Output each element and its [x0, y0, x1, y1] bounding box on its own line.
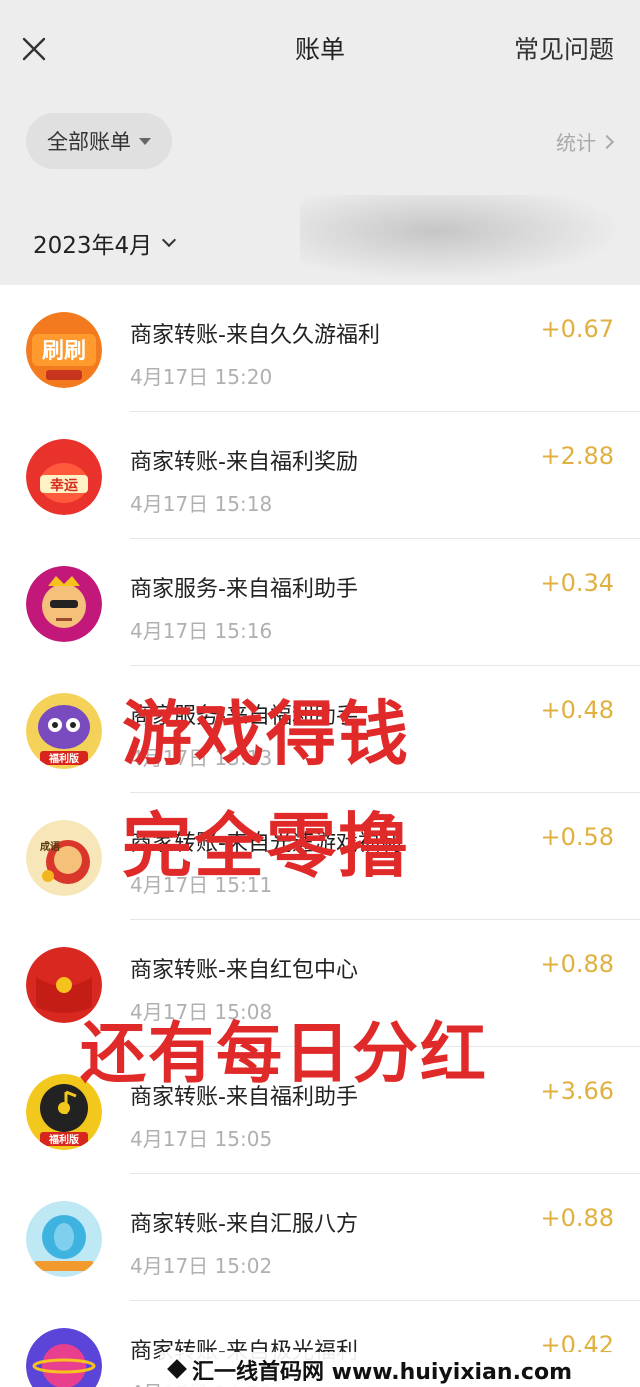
close-button[interactable] — [14, 26, 54, 72]
transaction-amount: +0.67 — [540, 315, 614, 343]
transaction-amount: +0.34 — [540, 569, 614, 597]
merchant-avatar — [26, 566, 102, 642]
merchant-avatar: 福利版 — [26, 1074, 102, 1150]
transaction-title: 商家转账-来自红包中心 — [130, 958, 358, 983]
merchant-avatar — [26, 1201, 102, 1277]
faq-link[interactable]: 常见问题 — [514, 30, 614, 66]
merchant-avatar — [26, 1328, 102, 1387]
transaction-amount: +3.66 — [540, 1077, 614, 1105]
watermark-text: 汇一线首码网 www.huiyixian.com — [192, 1359, 573, 1385]
watermark: 汇一线首码网 www.huiyixian.com — [160, 1352, 640, 1387]
transaction-title: 商家转账-来自汇服八方 — [130, 1212, 358, 1237]
all-bills-filter-label: 全部账单 — [47, 130, 131, 154]
transaction-row[interactable]: 商家服务-来自福利助手 4月17日 15:16 +0.34 — [0, 539, 640, 666]
transaction-amount: +0.88 — [540, 1204, 614, 1232]
transaction-title: 商家转账-来自福利助手 — [130, 1085, 358, 1110]
all-bills-filter-button[interactable]: 全部账单 — [26, 113, 172, 169]
transaction-row[interactable]: 福利版 商家服务-来自福利助手 4月17日 15:13 +0.48 — [0, 666, 640, 793]
transaction-time: 4月17日 15:20 — [130, 365, 273, 389]
transaction-title: 商家转账-来自光速游戏福利 — [130, 831, 402, 856]
transaction-title: 商家转账-来自久久游福利 — [130, 323, 380, 348]
svg-text:成语: 成语 — [40, 840, 60, 853]
merchant-avatar — [26, 947, 102, 1023]
month-selector[interactable]: 2023年4月 — [33, 226, 177, 260]
transaction-title: 商家转账-来自福利奖励 — [130, 450, 358, 475]
transaction-row[interactable]: 刷刷 商家转账-来自久久游福利 4月17日 15:20 +0.67 — [0, 285, 640, 412]
transaction-amount: +0.88 — [540, 950, 614, 978]
transaction-time: 4月17日 15:08 — [130, 1000, 273, 1024]
header-area: 账单 常见问题 全部账单 统计 2023年4月 — [0, 0, 640, 285]
merchant-avatar: 刷刷 — [26, 312, 102, 388]
transaction-time: 4月17日 15:18 — [130, 492, 273, 516]
transaction-row[interactable]: 成语 商家转账-来自光速游戏福利 4月17日 15:11 +0.58 — [0, 793, 640, 920]
transaction-time: 4月17日 15:16 — [130, 619, 273, 643]
merchant-avatar: 幸运 — [26, 439, 102, 515]
image-smudge — [300, 195, 640, 285]
chevron-right-icon — [599, 134, 615, 149]
transaction-time: 4月17日 15:11 — [130, 873, 273, 897]
transaction-row[interactable]: 商家转账-来自汇服八方 4月17日 15:02 +0.88 — [0, 1174, 640, 1301]
transaction-list: 刷刷 商家转账-来自久久游福利 4月17日 15:20 +0.67 幸运 商家转… — [0, 285, 640, 1387]
merchant-avatar: 福利版 — [26, 693, 102, 769]
svg-text:福利版: 福利版 — [48, 752, 79, 765]
watermark-logo-icon — [167, 1359, 187, 1379]
stats-label: 统计 — [556, 131, 596, 155]
chevron-down-icon — [162, 232, 177, 248]
svg-text:刷刷: 刷刷 — [42, 339, 86, 364]
transaction-amount: +2.88 — [540, 442, 614, 470]
transaction-title: 商家服务-来自福利助手 — [130, 577, 358, 602]
month-label: 2023年4月 — [33, 233, 153, 259]
stats-link[interactable]: 统计 — [556, 127, 615, 156]
close-icon — [22, 37, 46, 61]
transaction-title: 商家服务-来自福利助手 — [130, 704, 358, 729]
transaction-row[interactable]: 幸运 商家转账-来自福利奖励 4月17日 15:18 +2.88 — [0, 412, 640, 539]
transaction-amount: +0.48 — [540, 696, 614, 724]
transaction-amount: +0.58 — [540, 823, 614, 851]
svg-text:幸运: 幸运 — [50, 477, 78, 494]
svg-text:福利版: 福利版 — [48, 1133, 79, 1146]
transaction-time: 4月17日 15:02 — [130, 1254, 273, 1278]
caret-down-icon — [139, 137, 151, 145]
transaction-time: 4月17日 15:05 — [130, 1127, 273, 1151]
merchant-avatar: 成语 — [26, 820, 102, 896]
transaction-row[interactable]: 商家转账-来自红包中心 4月17日 15:08 +0.88 — [0, 920, 640, 1047]
transaction-row[interactable]: 福利版 商家转账-来自福利助手 4月17日 15:05 +3.66 — [0, 1047, 640, 1174]
transaction-time: 4月17日 15:13 — [130, 746, 273, 770]
